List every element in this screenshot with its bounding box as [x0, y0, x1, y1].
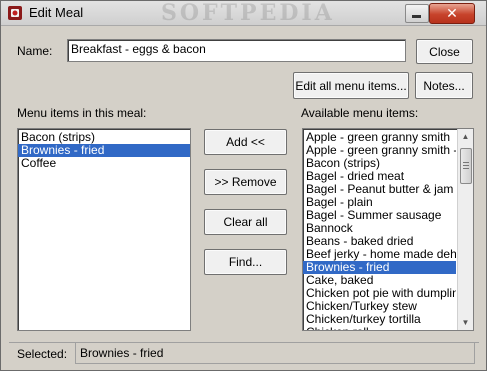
notes-button[interactable]: Notes... [415, 72, 473, 99]
clear-all-button[interactable]: Clear all [204, 209, 287, 235]
scroll-thumb[interactable] [460, 148, 472, 184]
edit-all-menu-items-button[interactable]: Edit all menu items... [293, 72, 409, 99]
clear-all-label: Clear all [223, 215, 268, 229]
minimize-button[interactable] [405, 4, 429, 23]
selected-label: Selected: [17, 347, 68, 361]
edit-all-label: Edit all menu items... [295, 78, 407, 93]
name-field-box[interactable] [67, 39, 406, 62]
find-button[interactable]: Find... [204, 249, 287, 275]
find-label: Find... [228, 255, 263, 269]
meal-items-label: Menu items in this meal: [17, 106, 147, 120]
window-title: Edit Meal [29, 5, 84, 20]
title-bar[interactable]: Edit Meal SOFTPEDIA ✕ [1, 0, 486, 26]
selected-value: Brownies - fried [80, 346, 164, 360]
name-input[interactable] [71, 42, 402, 56]
available-items-list[interactable]: Apple - green granny smith Apple - green … [302, 128, 474, 331]
close-button-label: Close [429, 44, 460, 59]
remove-label: >> Remove [214, 175, 277, 189]
available-list-item[interactable]: Chicken roll [303, 326, 456, 331]
meal-app-icon [8, 6, 22, 20]
meal-list-item[interactable]: Coffee [18, 157, 190, 170]
meal-items-list[interactable]: Bacon (strips) Brownies - fried Coffee [17, 128, 191, 331]
remove-button[interactable]: >> Remove [204, 169, 287, 195]
close-icon: ✕ [446, 5, 458, 21]
close-button[interactable]: Close [416, 39, 473, 64]
minimize-icon [412, 15, 421, 18]
scroll-down-icon[interactable]: ▼ [458, 315, 473, 330]
watermark: SOFTPEDIA [161, 0, 335, 26]
available-list-scrollbar[interactable]: ▲ ▼ [457, 129, 473, 330]
notes-label: Notes... [423, 78, 465, 93]
scroll-up-icon[interactable]: ▲ [458, 129, 473, 144]
edit-meal-window: Edit Meal SOFTPEDIA ✕ Name: Close Edit a… [0, 0, 487, 371]
available-items-label: Available menu items: [301, 106, 419, 120]
selected-value-box: Brownies - fried [75, 342, 475, 364]
close-window-button[interactable]: ✕ [429, 3, 475, 24]
add-label: Add << [226, 135, 265, 149]
name-label: Name: [17, 44, 53, 58]
add-button[interactable]: Add << [204, 129, 287, 155]
